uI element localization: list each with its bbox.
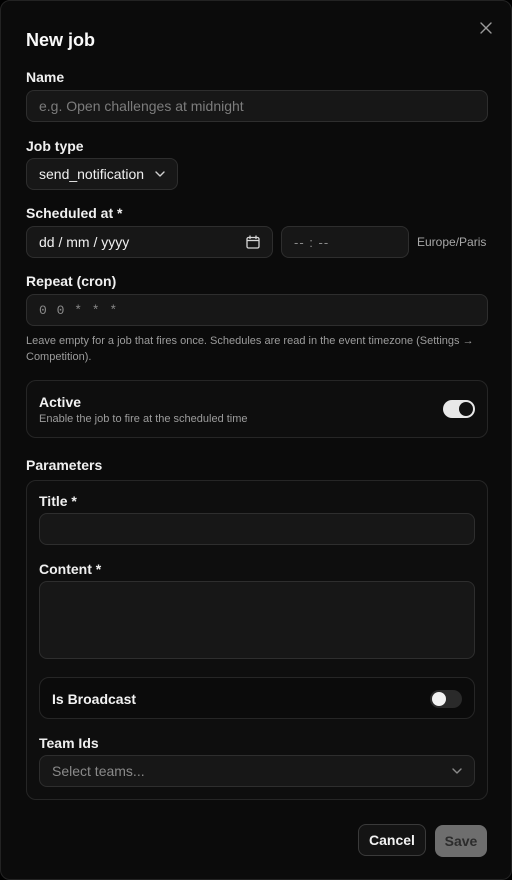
- active-card: Active Enable the job to fire at the sch…: [26, 380, 488, 438]
- repeat-label: Repeat (cron): [26, 273, 117, 289]
- toggle-knob: [432, 692, 446, 706]
- title-label: Title *: [39, 493, 77, 509]
- active-description: Enable the job to fire at the scheduled …: [39, 413, 248, 425]
- date-input[interactable]: dd / mm / yyyy: [26, 226, 273, 258]
- chevron-down-icon: [155, 171, 165, 177]
- team-ids-label: Team Ids: [39, 735, 99, 751]
- name-field-wrapper: [26, 90, 488, 122]
- content-label: Content *: [39, 561, 102, 577]
- name-input[interactable]: [39, 98, 475, 114]
- cron-input[interactable]: [39, 302, 475, 318]
- save-button[interactable]: Save: [435, 825, 487, 857]
- active-label: Active: [39, 394, 82, 410]
- team-ids-select[interactable]: Select teams...: [39, 755, 475, 787]
- toggle-knob: [459, 402, 473, 416]
- content-textarea[interactable]: [39, 581, 475, 659]
- calendar-icon[interactable]: [246, 235, 260, 249]
- name-label: Name: [26, 69, 65, 85]
- is-broadcast-card: Is Broadcast: [39, 677, 475, 719]
- title-field-wrapper: [39, 513, 475, 545]
- timezone-label: Europe/Paris: [417, 235, 487, 249]
- parameters-card: Title * Content * Is Broadcast Team Ids …: [26, 480, 488, 800]
- dialog-title: New job: [26, 30, 96, 50]
- time-input[interactable]: -- : --: [281, 226, 409, 258]
- time-placeholder: -- : --: [294, 234, 330, 250]
- active-toggle[interactable]: [443, 400, 475, 418]
- job-type-label: Job type: [26, 138, 84, 154]
- title-input[interactable]: [52, 521, 462, 537]
- is-broadcast-toggle[interactable]: [430, 690, 462, 708]
- repeat-help-text: Leave empty for a job that fires once. S…: [26, 335, 474, 363]
- team-ids-placeholder: Select teams...: [52, 763, 145, 779]
- cancel-button[interactable]: Cancel: [358, 824, 426, 856]
- parameters-heading: Parameters: [26, 457, 103, 473]
- close-button[interactable]: [477, 19, 495, 37]
- chevron-down-icon: [452, 768, 462, 774]
- job-type-value: send_notification: [39, 166, 145, 182]
- job-type-select[interactable]: send_notification: [26, 158, 178, 190]
- close-icon: [480, 22, 492, 34]
- scheduled-at-label: Scheduled at *: [26, 205, 123, 221]
- date-placeholder: dd / mm / yyyy: [39, 234, 130, 250]
- new-job-dialog: New job Name Job type send_notification …: [0, 0, 512, 880]
- repeat-field-wrapper: [26, 294, 488, 326]
- is-broadcast-label: Is Broadcast: [52, 691, 137, 707]
